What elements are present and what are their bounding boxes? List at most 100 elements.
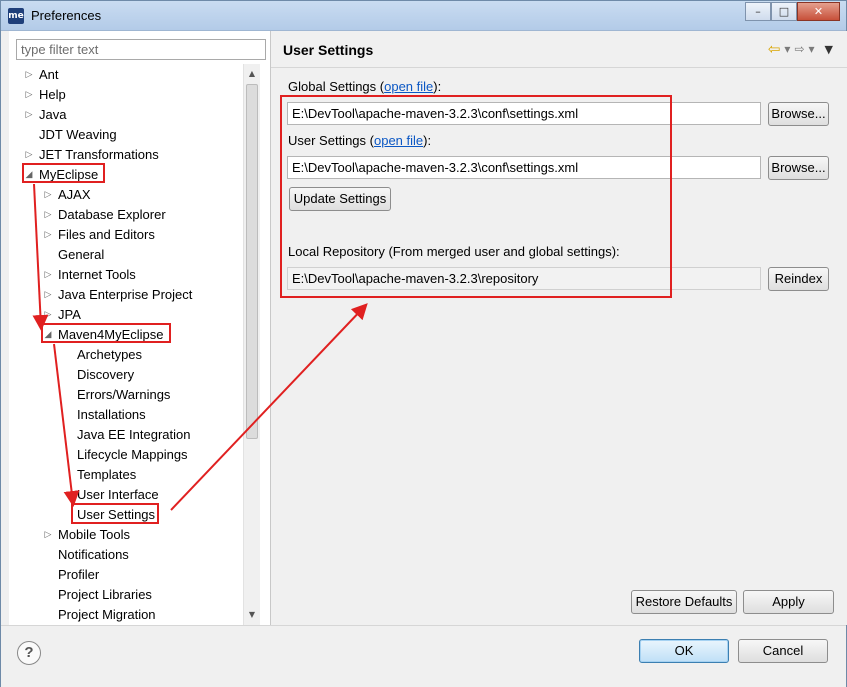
tree-item-label: Java [39,107,67,122]
user-settings-label: User Settings (open file): [288,133,432,148]
forward-arrow-icon[interactable]: ⇨ [794,42,804,56]
collapsed-arrow-icon[interactable]: ▷ [42,185,54,205]
app-icon: me [8,8,24,24]
tree-item-label: Project Migration [58,607,156,622]
global-settings-label: Global Settings (open file): [288,79,442,94]
tree-item[interactable]: User Interface [9,485,243,505]
tree-item[interactable]: ▷ Java [9,105,243,125]
tree-item[interactable]: ◢ MyEclipse [9,165,243,185]
title-divider [271,67,847,68]
tree-item[interactable]: ◢ Maven4MyEclipse [9,325,243,345]
tree-item[interactable]: Java EE Integration [9,425,243,445]
tree-item-label: AJAX [58,187,91,202]
tree-item-label: Project Libraries [58,587,152,602]
collapsed-arrow-icon[interactable]: ▷ [42,265,54,285]
window-controls: – □ ✕ [745,2,840,21]
tree-item-label: User Settings [77,507,156,522]
tree-item[interactable]: User Settings [9,505,243,525]
view-menu-icon[interactable]: ▼ [825,43,833,56]
collapsed-arrow-icon[interactable]: ▷ [23,105,35,125]
page-navigation: ⇦ ▾ ⇨ ▾ ▼ [768,40,833,58]
tree-item[interactable]: ▷ Java Enterprise Project [9,285,243,305]
scroll-up-icon[interactable]: ▲ [244,66,260,82]
back-arrow-icon[interactable]: ⇦ [768,40,781,58]
back-menu-icon[interactable]: ▾ [784,42,790,56]
user-settings-open-file-link[interactable]: open file [374,133,423,148]
tree-item[interactable]: Installations [9,405,243,425]
local-repository-field: E:\DevTool\apache-maven-3.2.3\repository [287,267,761,290]
tree-item[interactable]: Lifecycle Mappings [9,445,243,465]
title-bar[interactable]: me Preferences – □ ✕ [1,1,846,31]
tree-item[interactable]: JDT Weaving [9,125,243,145]
tree-item[interactable]: Project Migration [9,605,243,625]
dialog-button-bar: ? OK Cancel [1,625,846,687]
global-settings-field[interactable]: E:\DevTool\apache-maven-3.2.3\conf\setti… [287,102,761,125]
tree-item[interactable]: Project Libraries [9,585,243,605]
tree-item-label: Discovery [77,367,135,382]
tree-item-label: Help [39,87,66,102]
tree-item[interactable]: Discovery [9,365,243,385]
tree-item-label: JDT Weaving [39,127,117,142]
help-icon[interactable]: ? [17,641,41,665]
tree-item-label: Templates [77,467,137,482]
user-browse-button[interactable]: Browse... [768,156,829,180]
scroll-down-icon[interactable]: ▼ [244,607,260,623]
tree-item[interactable]: Profiler [9,565,243,585]
global-browse-button[interactable]: Browse... [768,102,829,126]
tree-item[interactable]: ▷ Files and Editors [9,225,243,245]
collapsed-arrow-icon[interactable]: ▷ [42,285,54,305]
tree-item[interactable]: Notifications [9,545,243,565]
tree-item-label: General [58,247,105,262]
tree-scrollbar[interactable]: ▲ ▼ [243,64,260,625]
global-settings-open-file-link[interactable]: open file [384,79,433,94]
tree-item[interactable]: ▷ JET Transformations [9,145,243,165]
tree-item[interactable]: General [9,245,243,265]
tree-item[interactable]: ▷ JPA [9,305,243,325]
tree-item-label: Internet Tools [58,267,136,282]
tree-item[interactable]: ▷ Internet Tools [9,265,243,285]
page-title: User Settings [283,42,374,58]
tree-item[interactable]: Templates [9,465,243,485]
tree-item[interactable]: ▷ Mobile Tools [9,525,243,545]
restore-defaults-button[interactable]: Restore Defaults [631,590,737,614]
scroll-thumb[interactable] [246,84,258,439]
apply-button[interactable]: Apply [743,590,834,614]
collapsed-arrow-icon[interactable]: ▷ [23,145,35,165]
tree-item[interactable]: Errors/Warnings [9,385,243,405]
filter-input[interactable] [16,39,266,60]
expanded-arrow-icon[interactable]: ◢ [42,325,54,345]
tree-item-label: Lifecycle Mappings [77,447,188,462]
reindex-button[interactable]: Reindex [768,267,829,291]
close-button[interactable]: ✕ [797,2,840,21]
collapsed-arrow-icon[interactable]: ▷ [23,85,35,105]
tree-item-label: MyEclipse [39,167,99,182]
tree-item-label: Errors/Warnings [77,387,171,402]
tree-item[interactable]: Archetypes [9,345,243,365]
tree-item-label: Maven4MyEclipse [58,327,164,342]
user-settings-field[interactable]: E:\DevTool\apache-maven-3.2.3\conf\setti… [287,156,761,179]
tree-item[interactable]: ▷ Database Explorer [9,205,243,225]
ok-button[interactable]: OK [639,639,729,663]
forward-menu-icon[interactable]: ▾ [809,42,815,56]
cancel-button[interactable]: Cancel [738,639,828,663]
tree-item[interactable]: ▷ AJAX [9,185,243,205]
tree-item-label: Files and Editors [58,227,155,242]
tree-item-label: Archetypes [77,347,143,362]
local-repository-label: Local Repository (From merged user and g… [288,244,620,259]
collapsed-arrow-icon[interactable]: ▷ [42,525,54,545]
tree-item-label: Mobile Tools [58,527,131,542]
minimize-button[interactable]: – [745,2,771,21]
maximize-button[interactable]: □ [771,2,797,21]
collapsed-arrow-icon[interactable]: ▷ [42,305,54,325]
update-settings-button[interactable]: Update Settings [289,187,391,211]
window-title: Preferences [31,8,102,23]
collapsed-arrow-icon[interactable]: ▷ [23,65,35,85]
tree-item[interactable]: ▷ Ant [9,65,243,85]
collapsed-arrow-icon[interactable]: ▷ [42,205,54,225]
preferences-window: me Preferences – □ ✕ ▷ Ant ▷ Help ▷ Java JDT W… [0,0,847,687]
tree-item-label: Ant [39,67,59,82]
tree-item[interactable]: ▷ Help [9,85,243,105]
expanded-arrow-icon[interactable]: ◢ [23,165,35,185]
collapsed-arrow-icon[interactable]: ▷ [42,225,54,245]
tree-item-label: Database Explorer [58,207,166,222]
